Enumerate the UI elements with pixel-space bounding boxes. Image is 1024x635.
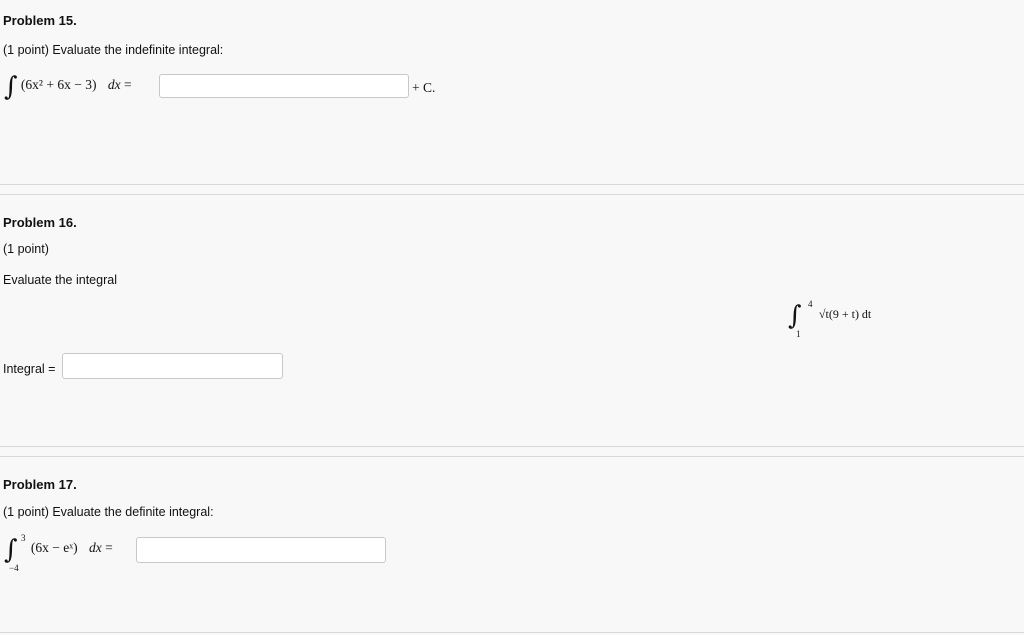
problem-17-title: Problem 17. <box>3 477 77 492</box>
problem-15-prompt: (1 point) Evaluate the indefinite integr… <box>3 43 224 57</box>
divider <box>0 446 1024 447</box>
problem-15-dx: dx <box>107 77 121 92</box>
problem-17-prompt: (1 point) Evaluate the definite integral… <box>3 505 214 519</box>
problem-16-answer-input[interactable] <box>62 353 283 379</box>
problem-16-upper-limit: 4 <box>808 299 813 309</box>
divider <box>0 632 1024 633</box>
problem-15: Problem 15. (1 point) Evaluate the indef… <box>0 0 1024 185</box>
problem-17-dx: dx <box>89 540 102 555</box>
problem-17-lower-limit: −4 <box>9 563 19 573</box>
integral-sign: ∫ <box>4 535 18 565</box>
problem-16-points: (1 point) <box>3 242 49 256</box>
problem-16-answer-label: Integral = <box>3 362 56 376</box>
problem-15-answer-input[interactable] <box>159 74 409 98</box>
problem-16-title: Problem 16. <box>3 215 77 230</box>
integral-sign: ∫ <box>788 301 802 331</box>
problem-17-equals: = <box>105 540 113 555</box>
problem-16-integral: ∫ 4 1 √t(9 + t) dt <box>788 299 871 339</box>
problem-15-title: Problem 15. <box>3 13 77 28</box>
problem-15-equals: = <box>123 77 132 92</box>
problem-17-integral: ∫ 3 −4 (6x − eˣ) dx = <box>4 533 113 573</box>
problem-17-answer-input[interactable] <box>136 537 386 563</box>
problem-16: Problem 16. (1 point) Evaluate the integ… <box>0 195 1024 447</box>
problem-17-upper-limit: 3 <box>21 533 26 543</box>
integral-sign: ∫ <box>4 72 18 102</box>
problem-16-lower-limit: 1 <box>796 329 801 339</box>
problem-17: Problem 17. (1 point) Evaluate the defin… <box>0 457 1024 632</box>
problem-15-plus-c: + C. <box>412 80 436 95</box>
problem-16-integrand: √t(9 + t) dt <box>818 307 872 321</box>
problem-15-integral: ∫ (6x² + 6x − 3) dx = <box>4 72 132 102</box>
problem-17-integrand: (6x − eˣ) <box>30 540 78 555</box>
problem-15-integrand: (6x² + 6x − 3) <box>20 77 97 92</box>
problem-16-prompt: Evaluate the integral <box>3 273 117 287</box>
divider <box>0 184 1024 185</box>
